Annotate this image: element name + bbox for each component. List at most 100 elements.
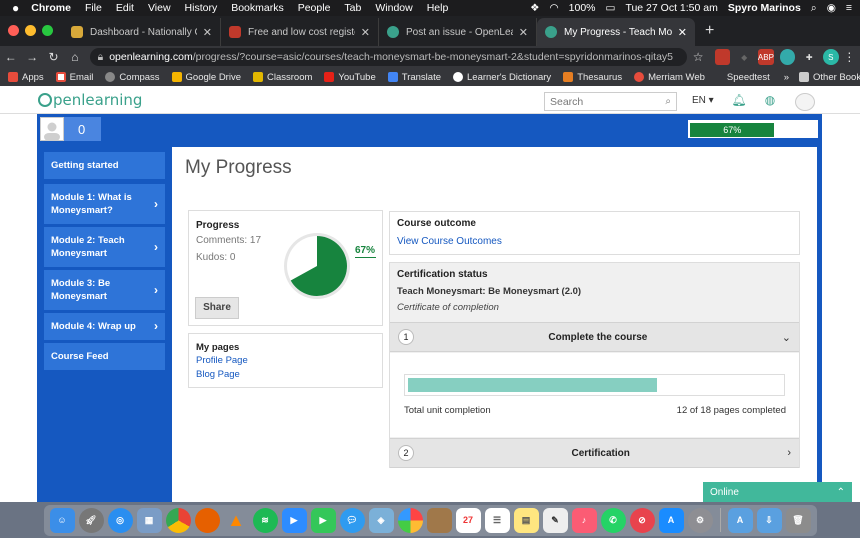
sidebar-item-course-feed[interactable]: Course Feed xyxy=(44,343,165,370)
browser-tab[interactable]: Post an issue - OpenLearning F ✕ xyxy=(379,18,537,46)
notefile-icon[interactable] xyxy=(426,507,452,533)
sidebar-item-module-4[interactable]: Module 4: Wrap up › xyxy=(44,313,165,340)
sidebar-item-module-2[interactable]: Module 2: Teach Moneysmart › xyxy=(44,227,165,267)
user-name[interactable]: Spyro Marinos xyxy=(728,2,801,14)
finder-icon[interactable]: ☺ xyxy=(49,507,75,533)
chevron-up-icon[interactable]: ⌃ xyxy=(837,487,845,498)
spotlight-icon[interactable]: ⌕ xyxy=(811,2,817,15)
browser-tab[interactable]: Dashboard - Nationally Consis ✕ xyxy=(63,18,221,46)
close-tab-icon[interactable]: ✕ xyxy=(678,26,687,39)
sidebar-item-getting-started[interactable]: Getting started xyxy=(44,152,165,179)
menu-help[interactable]: Help xyxy=(427,2,449,14)
safari-icon[interactable]: ◎ xyxy=(107,507,133,533)
browser-tab-active[interactable]: My Progress - Teach Moneysm ✕ xyxy=(537,18,695,46)
forward-icon[interactable]: → xyxy=(21,50,42,64)
new-tab-button[interactable]: + xyxy=(695,22,724,46)
battery-icon[interactable]: ▭ xyxy=(606,2,616,14)
profile-page-link[interactable]: Profile Page xyxy=(196,355,248,366)
menu-view[interactable]: View xyxy=(148,2,171,14)
window-close-button[interactable] xyxy=(8,25,19,36)
facetime-icon[interactable]: ▶ xyxy=(310,507,336,533)
maps-icon[interactable]: ◈ xyxy=(368,507,394,533)
menu-window[interactable]: Window xyxy=(375,2,412,14)
apple-icon[interactable]: ● xyxy=(12,1,19,15)
firefox-icon[interactable] xyxy=(194,507,220,533)
close-tab-icon[interactable]: ✕ xyxy=(361,26,370,39)
extension-icon[interactable] xyxy=(714,49,731,65)
textedit-icon[interactable]: ✎ xyxy=(542,507,568,533)
bookmark-email[interactable]: Email xyxy=(55,72,93,83)
preview-icon[interactable]: ▦ xyxy=(136,507,162,533)
control-menu-icon[interactable]: ≡ xyxy=(846,2,852,14)
user-avatar[interactable] xyxy=(795,93,815,111)
extensions-puzzle-icon[interactable]: ✚ xyxy=(801,49,817,65)
share-button[interactable]: Share xyxy=(195,297,239,319)
bookmark-merriam-web[interactable]: Merriam Web xyxy=(634,72,705,83)
bookmark-star-icon[interactable]: ☆ xyxy=(687,50,708,64)
notes-icon[interactable]: ▤ xyxy=(513,507,539,533)
notifications-bell-icon[interactable]: 🔔︎ xyxy=(731,93,747,109)
search-input[interactable]: Search ⌕ xyxy=(544,92,677,111)
menu-history[interactable]: History xyxy=(185,2,218,14)
bookmark-learners-dictionary[interactable]: Learner's Dictionary xyxy=(453,72,551,83)
reminders-icon[interactable]: ☰ xyxy=(484,507,510,533)
bookmark-other[interactable]: Other Bookmarks xyxy=(799,72,860,83)
chrome-icon[interactable] xyxy=(165,507,191,533)
sidebar-item-module-1[interactable]: Module 1: What is Moneysmart? › xyxy=(44,184,165,224)
dropbox-icon[interactable]: ❖ xyxy=(530,2,539,14)
bookmark-translate[interactable]: Translate xyxy=(387,72,441,83)
applications-folder-icon[interactable]: A xyxy=(727,507,753,533)
calendar-icon[interactable]: 27 xyxy=(455,507,481,533)
bookmark-compass[interactable]: Compass xyxy=(105,72,160,83)
photos-icon[interactable] xyxy=(397,507,423,533)
messages-icon[interactable]: 💬︎ xyxy=(339,507,365,533)
bookmark-youtube[interactable]: YouTube xyxy=(324,72,376,83)
music-icon[interactable]: ♪ xyxy=(571,507,597,533)
menu-file[interactable]: File xyxy=(85,2,102,14)
battery-percent[interactable]: 100% xyxy=(569,2,596,14)
zoom-icon[interactable]: ▶ xyxy=(281,507,307,533)
menu-app-name[interactable]: Chrome xyxy=(31,2,71,14)
extension-icon[interactable]: ◆ xyxy=(736,49,752,65)
profile-icon[interactable]: S xyxy=(823,49,839,65)
menu-bookmarks[interactable]: Bookmarks xyxy=(231,2,284,14)
window-zoom-button[interactable] xyxy=(42,25,53,36)
trash-icon[interactable]: 🗑︎ xyxy=(785,507,811,533)
menu-edit[interactable]: Edit xyxy=(116,2,134,14)
bookmark-speedtest[interactable]: Speedtest xyxy=(727,72,770,83)
downloads-folder-icon[interactable]: ⇩ xyxy=(756,507,782,533)
siri-icon[interactable]: ◉ xyxy=(827,2,836,14)
browser-tab[interactable]: Free and low cost registered P ✕ xyxy=(221,18,379,46)
accordion-complete-course[interactable]: 1 Complete the course ⌄ xyxy=(390,322,799,352)
system-preferences-icon[interactable]: ⚙ xyxy=(687,507,713,533)
close-tab-icon[interactable]: ✕ xyxy=(519,26,528,39)
vlc-icon[interactable]: ▲ xyxy=(224,508,249,533)
online-chat-widget[interactable]: Online ⌃ xyxy=(703,482,852,502)
chrome-menu-icon[interactable]: ⋮ xyxy=(839,50,860,64)
user-badge[interactable]: 0 xyxy=(40,117,101,141)
extension-icon[interactable] xyxy=(779,49,796,65)
adblock-icon[interactable]: ABP xyxy=(757,49,774,65)
back-icon[interactable]: ← xyxy=(0,50,21,64)
bookmark-apps[interactable]: Apps xyxy=(8,72,44,83)
view-course-outcomes-link[interactable]: View Course Outcomes xyxy=(397,236,502,247)
wifi-icon[interactable]: ◠ xyxy=(549,2,558,14)
bookmark-thesaurus[interactable]: Thesaurus xyxy=(563,72,622,83)
bookmark-google-drive[interactable]: Google Drive xyxy=(171,72,241,83)
sidebar-item-module-3[interactable]: Module 3: Be Moneysmart › xyxy=(44,270,165,310)
app-store-icon[interactable]: A xyxy=(658,507,684,533)
home-icon[interactable]: ⌂ xyxy=(64,50,85,64)
address-bar[interactable]: 🔒︎ openlearning.com /progress/?course=as… xyxy=(89,48,688,66)
clock[interactable]: Tue 27 Oct 1:50 am xyxy=(625,2,717,14)
whatsapp-icon[interactable]: ✆ xyxy=(600,507,626,533)
reload-icon[interactable]: ↻ xyxy=(43,50,64,64)
accordion-certification[interactable]: 2 Certification › xyxy=(390,438,799,468)
language-selector[interactable]: EN ▾ xyxy=(692,95,714,106)
openlearning-logo[interactable]: penlearning xyxy=(38,91,142,109)
menu-people[interactable]: People xyxy=(298,2,331,14)
bookmarks-more-button[interactable]: » xyxy=(784,72,789,83)
globe-icon[interactable]: ◍ xyxy=(762,93,778,109)
launchpad-icon[interactable]: 🚀︎ xyxy=(78,507,104,533)
blog-page-link[interactable]: Blog Page xyxy=(196,369,240,380)
menu-tab[interactable]: Tab xyxy=(344,2,361,14)
